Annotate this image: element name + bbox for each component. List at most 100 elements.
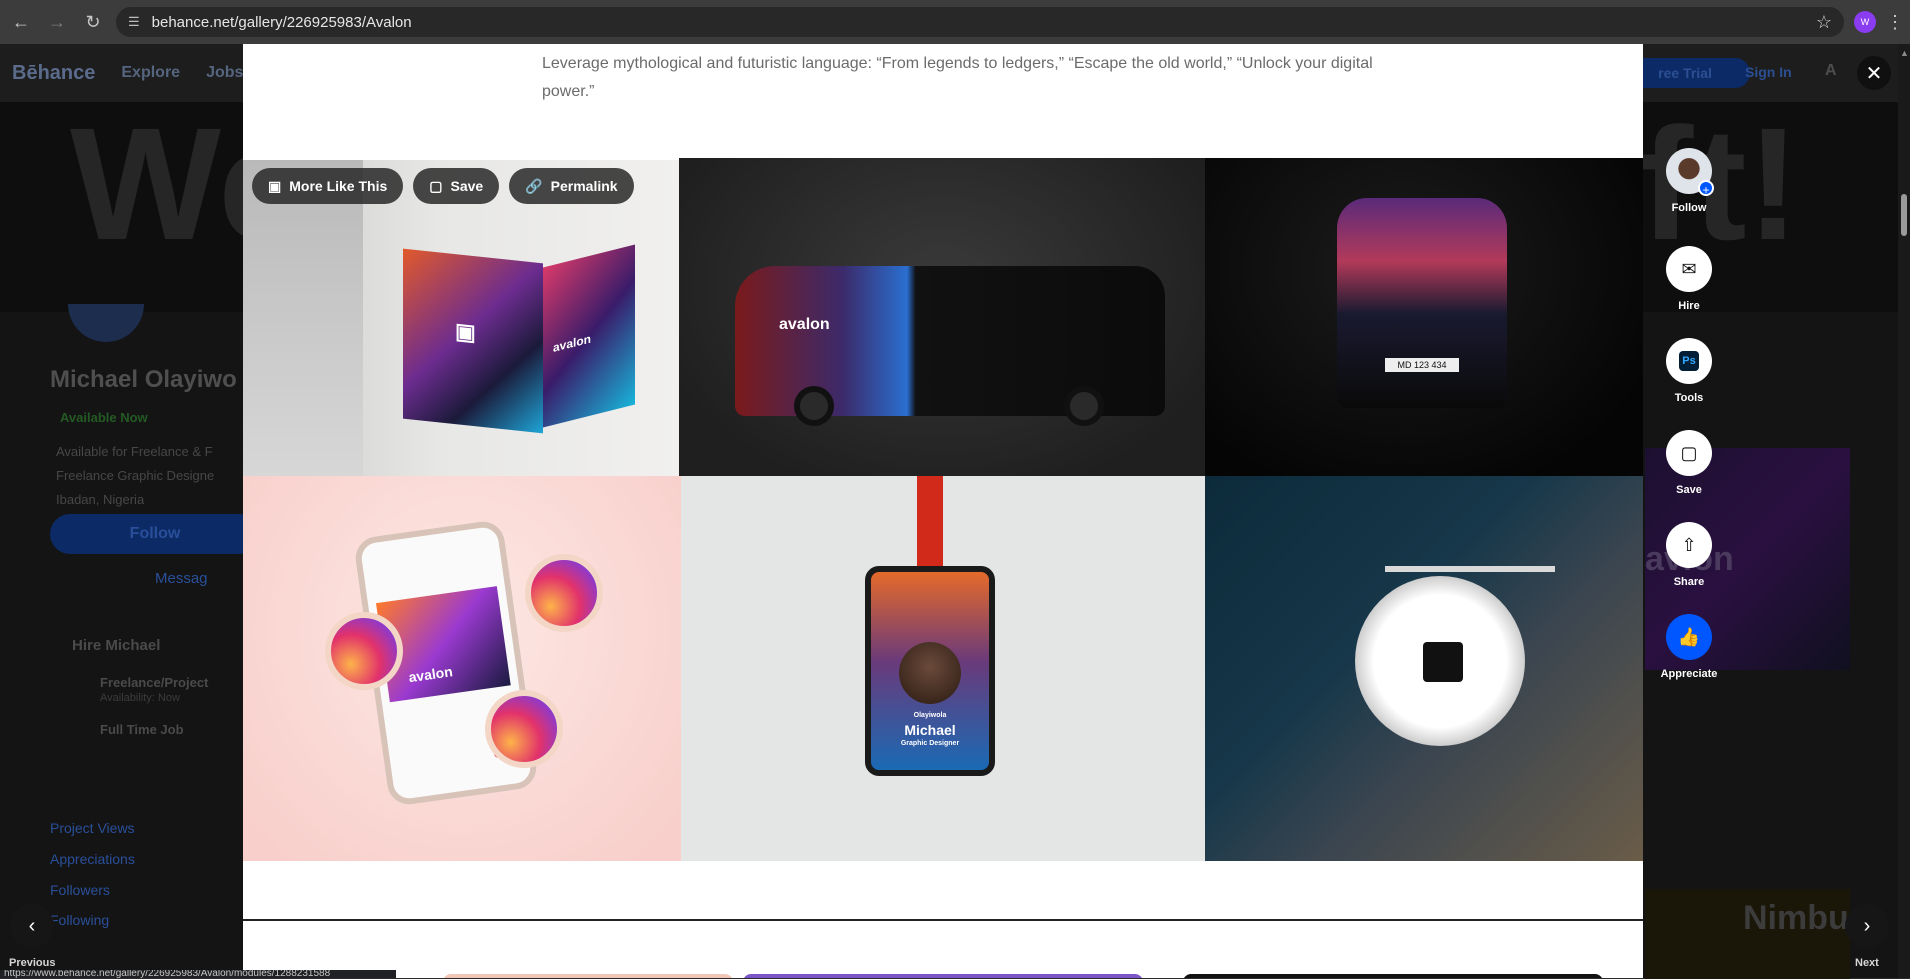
stat-project-views: Project Views	[50, 820, 135, 836]
full-time-option: Full Time Job	[100, 722, 184, 737]
folder-icon[interactable]: ▢	[1666, 430, 1712, 476]
info-row-role: Freelance Graphic Designe	[56, 468, 215, 483]
instagram-icon	[325, 612, 403, 690]
next-label: Next	[1855, 957, 1879, 969]
owner-avatar[interactable]: +	[1666, 148, 1714, 197]
van-rear-mockup[interactable]: MD 123 434	[1205, 158, 1643, 476]
rail-appreciate[interactable]: 👍 Appreciate	[1659, 614, 1719, 680]
instagram-icon	[485, 690, 563, 768]
van-side-mockup[interactable]: avalon	[679, 158, 1205, 476]
instagram-phone-mockup[interactable]: avalon 1k	[243, 476, 681, 861]
mail-icon[interactable]: ✉	[1666, 246, 1712, 292]
id-badge-mockup[interactable]: Olayiwola Michael Graphic Designer	[681, 476, 1205, 861]
rail-hire-label: Hire	[1678, 300, 1700, 312]
stat-following: Following	[50, 912, 110, 928]
more-like-this-label: More Like This	[289, 178, 388, 194]
project-modal: Leverage mythological and futuristic lan…	[243, 44, 1643, 978]
image-overlay-actions: ▣ More Like This ▢ Save 🔗 Permalink	[252, 168, 634, 204]
rail-share-label: Share	[1673, 576, 1705, 588]
van-brand-text: avalon	[779, 316, 830, 333]
badge-name: Michael	[904, 722, 956, 738]
image-icon: ▣	[268, 177, 282, 194]
nav-jobs: Jobs	[206, 64, 244, 81]
preview-image-2	[743, 974, 1143, 978]
rail-tools-label: Tools	[1674, 392, 1704, 404]
profile-message-button: Messag	[155, 570, 208, 587]
forward-icon[interactable]: →	[44, 9, 70, 35]
chevron-right-icon: ›	[1863, 914, 1871, 937]
browser-menu-icon[interactable]: ⋮	[1886, 12, 1904, 33]
previous-project-button[interactable]: ‹	[10, 904, 54, 948]
behance-logo: Bēhance	[12, 61, 96, 84]
rail-share[interactable]: ⇧ Share	[1659, 522, 1719, 588]
lanyard	[917, 476, 943, 566]
permalink-button[interactable]: 🔗 Permalink	[509, 168, 634, 204]
page-scrollbar[interactable]: ▲	[1898, 44, 1910, 978]
link-icon: 🔗	[525, 177, 543, 194]
concrete-wall	[243, 160, 363, 476]
reload-icon[interactable]: ↻	[80, 9, 106, 35]
previous-label: Previous	[9, 957, 56, 969]
info-row-location: Ibadan, Nigeria	[56, 492, 145, 507]
license-plate: MD 123 434	[1385, 358, 1459, 372]
plus-icon: +	[1698, 180, 1714, 197]
profile-follow-button: Follow	[50, 514, 260, 554]
extension-icon[interactable]: W	[1854, 11, 1876, 33]
folder-icon: ▢	[429, 177, 443, 194]
rail-save-label: Save	[1676, 484, 1702, 496]
adobe-logo: A	[1825, 62, 1837, 79]
preview-image-1	[443, 974, 733, 978]
related-card-text-2: Nimbu	[1743, 899, 1849, 937]
next-module-preview	[243, 921, 1643, 978]
cube-sign-mockup[interactable]: ▣ avalon	[243, 160, 679, 476]
rail-hire[interactable]: ✉ Hire	[1659, 246, 1719, 312]
van-front-wheel	[794, 386, 834, 426]
browser-status-bar: https://www.behance.net/gallery/22692598…	[0, 970, 396, 978]
close-icon[interactable]: ✕	[1857, 56, 1891, 90]
rail-save[interactable]: ▢ Save	[1659, 430, 1719, 496]
sign-bracket	[1385, 566, 1555, 572]
rail-follow-label: Follow	[1671, 202, 1707, 214]
cube-brand-text: avalon	[553, 331, 592, 355]
stat-followers: Followers	[50, 882, 110, 898]
project-image-grid: ▣ avalon avalon MD 123 434 avalon 1k	[243, 158, 1643, 861]
avalon-mark-icon	[1423, 642, 1463, 682]
instagram-icon	[525, 554, 603, 632]
rail-appreciate-label: Appreciate	[1660, 668, 1718, 680]
overlay-save-button[interactable]: ▢ Save	[413, 168, 500, 204]
chevron-left-icon: ‹	[28, 914, 36, 937]
hire-title: Hire Michael	[72, 637, 161, 654]
back-icon[interactable]: ←	[8, 9, 34, 35]
round-wall-sign	[1355, 576, 1525, 746]
scroll-up-icon[interactable]: ▲	[1900, 48, 1909, 58]
rail-tools[interactable]: Ps Tools	[1659, 338, 1719, 404]
stat-appreciations: Appreciations	[50, 851, 135, 867]
van-rear-wheel	[1064, 386, 1104, 426]
sign-in-link: Sign In	[1745, 64, 1792, 80]
site-settings-icon[interactable]: ☰	[128, 14, 140, 30]
wall-sign-mockup[interactable]	[1205, 476, 1643, 861]
profile-avatar	[68, 304, 144, 342]
address-bar[interactable]: ☰ behance.net/gallery/226925983/Avalon ☆	[116, 7, 1844, 37]
tools-button[interactable]: Ps	[1666, 338, 1712, 384]
scrollbar-thumb[interactable]	[1901, 194, 1907, 236]
nav-explore: Explore	[121, 64, 181, 81]
share-icon[interactable]: ⇧	[1666, 522, 1712, 568]
preview-image-3	[1183, 974, 1603, 978]
cube-sign-side: avalon	[543, 244, 635, 428]
profile-name: Michael Olayiwo	[50, 366, 237, 393]
freelance-availability: Availability: Now	[100, 692, 180, 704]
browser-toolbar: ← → ↻ ☰ behance.net/gallery/226925983/Av…	[0, 0, 1910, 44]
rail-follow[interactable]: + Follow	[1659, 148, 1719, 214]
thumbs-up-icon[interactable]: 👍	[1666, 614, 1712, 660]
branded-van-rear: MD 123 434	[1337, 198, 1507, 408]
info-row-freelance: Available for Freelance & F	[56, 444, 213, 459]
bookmark-star-icon[interactable]: ☆	[1816, 12, 1832, 33]
more-like-this-button[interactable]: ▣ More Like This	[252, 168, 404, 204]
cube-sign-front: ▣	[403, 248, 543, 434]
badge-photo	[899, 642, 961, 704]
avalon-mark-icon: ▣	[455, 318, 476, 346]
related-project-card-2: Nimbu	[1645, 889, 1850, 979]
project-description: Leverage mythological and futuristic lan…	[542, 55, 1373, 100]
next-project-button[interactable]: ›	[1845, 904, 1889, 948]
